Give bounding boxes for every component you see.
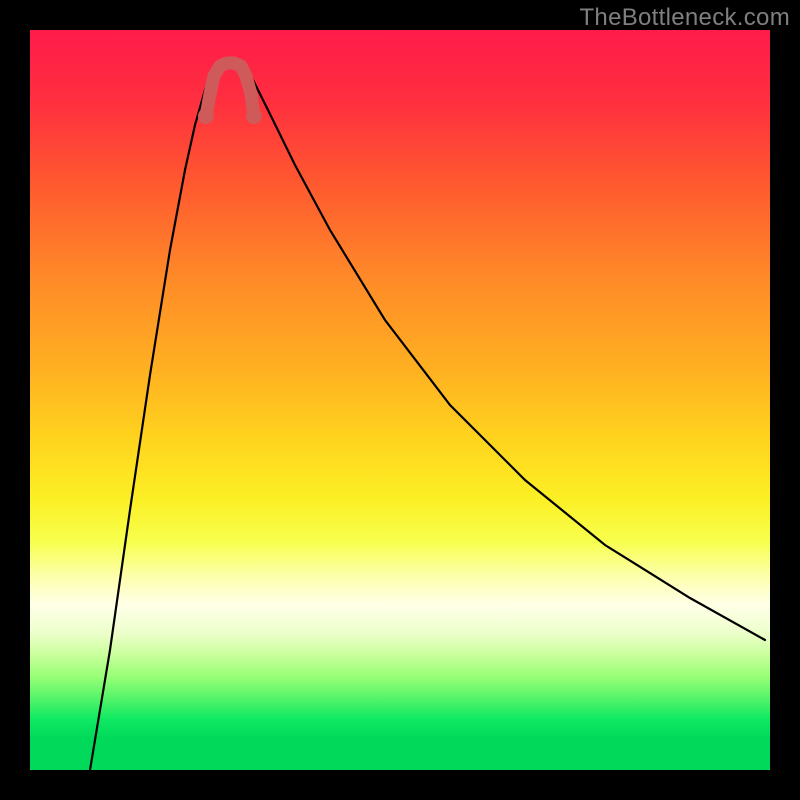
left-branch-line xyxy=(90,64,218,770)
curve-layer xyxy=(30,30,770,770)
plot-area xyxy=(30,30,770,770)
watermark-text: TheBottleneck.com xyxy=(579,4,790,32)
valley-dot-left xyxy=(198,108,214,124)
valley-marker-line xyxy=(206,63,254,116)
valley-dot-right xyxy=(246,108,262,124)
right-branch-line xyxy=(242,64,765,640)
